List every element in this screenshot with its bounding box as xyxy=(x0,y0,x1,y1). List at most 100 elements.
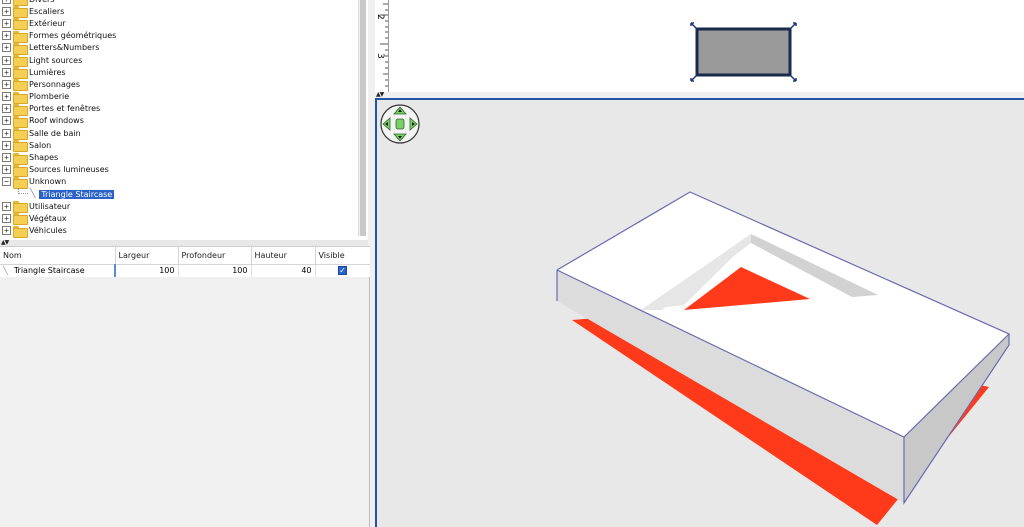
catalog-category-item[interactable]: + Lumières xyxy=(0,66,116,80)
folder-icon xyxy=(13,103,28,116)
3d-view[interactable] xyxy=(375,98,1024,527)
catalog-category-label: Extérieur xyxy=(29,18,66,28)
furniture-catalog-tree[interactable]: + Divers + Escaliers + Extérieur + Formes géomé… xyxy=(0,0,368,240)
catalog-category-item[interactable]: + Extérieur xyxy=(0,17,116,31)
plan-view[interactable]: 2 3 xyxy=(375,0,1024,92)
catalog-category-item[interactable]: + Salle de bain xyxy=(0,127,116,141)
catalog-category-item[interactable]: + Véhicules xyxy=(0,225,116,238)
furniture-width-cell[interactable]: 100 xyxy=(115,264,179,277)
column-header-depth[interactable]: Profondeur xyxy=(178,247,252,265)
catalog-category-item[interactable]: + Plomberie xyxy=(0,91,116,104)
catalog-category-label: Roof windows xyxy=(29,116,84,126)
visible-checkbox[interactable]: ✓ xyxy=(338,266,347,276)
catalog-category-label: Formes géométriques xyxy=(29,31,117,41)
column-header-height[interactable]: Hauteur xyxy=(251,247,316,265)
folder-icon xyxy=(13,176,28,189)
furniture-name-cell[interactable]: ╲ Triangle Staircase xyxy=(0,264,116,277)
folder-icon xyxy=(13,115,28,128)
expander-icon[interactable]: + xyxy=(2,140,11,150)
selected-piece-outline[interactable] xyxy=(695,27,792,77)
folder-icon xyxy=(13,201,28,214)
staircase-icon: ╲ xyxy=(3,266,8,276)
catalog-category-label: Unknown xyxy=(29,177,67,187)
folder-icon xyxy=(13,30,28,43)
furniture-height-cell[interactable]: 40 xyxy=(251,264,316,277)
expander-icon[interactable]: + xyxy=(2,92,11,102)
catalog-category-item[interactable]: + Shapes xyxy=(0,151,116,165)
column-header-name[interactable]: Nom xyxy=(0,247,116,265)
expander-icon[interactable]: + xyxy=(2,6,11,16)
app-window: + Divers + Escaliers + Extérieur + Formes géomé… xyxy=(0,0,1024,527)
folder-icon xyxy=(13,67,28,80)
catalog-item-label: Triangle Staircase xyxy=(39,189,115,199)
furniture-list: Nom Largeur Profondeur Hauteur Visible ╲… xyxy=(0,246,371,527)
expander-icon[interactable]: + xyxy=(2,116,11,126)
folder-icon xyxy=(13,164,28,177)
folder-icon xyxy=(13,152,28,165)
catalog-category-item[interactable]: + Personnages xyxy=(0,78,116,92)
catalog-scrollbar-thumb[interactable] xyxy=(360,0,366,236)
expander-icon[interactable]: + xyxy=(2,79,11,89)
expander-icon[interactable]: + xyxy=(2,104,11,114)
catalog-category-label: Portes et fenêtres xyxy=(29,104,101,114)
expander-icon[interactable]: + xyxy=(2,43,11,53)
staircase-icon: ╲ xyxy=(30,189,36,200)
catalog-category-label: Salle de bain xyxy=(29,128,81,138)
plan-canvas[interactable] xyxy=(375,0,1024,92)
catalog-category-item[interactable]: + Light sources xyxy=(0,54,116,68)
expander-icon[interactable]: + xyxy=(2,213,11,223)
expander-icon[interactable]: + xyxy=(2,128,11,138)
catalog-scrollbar[interactable] xyxy=(358,0,366,236)
furniture-table-header: Nom Largeur Profondeur Hauteur Visible xyxy=(0,247,371,265)
folder-icon xyxy=(13,140,28,153)
catalog-category-item[interactable]: + Végétaux xyxy=(0,212,116,226)
navigation-control[interactable] xyxy=(379,103,421,147)
expander-icon[interactable]: − xyxy=(2,177,11,187)
folder-icon xyxy=(13,6,28,19)
navigation-arrows-icon[interactable] xyxy=(379,103,421,145)
3d-canvas[interactable] xyxy=(377,100,1024,527)
catalog-category-label: Divers xyxy=(29,0,55,4)
expander-icon[interactable]: + xyxy=(2,153,11,163)
expander-icon[interactable]: + xyxy=(2,31,11,41)
catalog-category-item[interactable]: + Utilisateur xyxy=(0,200,116,214)
catalog-category-item[interactable]: + Salon xyxy=(0,139,116,153)
catalog-category-item[interactable]: + Formes géométriques xyxy=(0,30,117,43)
catalog-category-label: Sources lumineuses xyxy=(29,165,109,175)
table-row[interactable]: ╲ Triangle Staircase 100 100 40 ✓ xyxy=(0,264,371,277)
catalog-category-label: Light sources xyxy=(29,55,83,65)
catalog-category-label: Plomberie xyxy=(29,92,70,102)
folder-icon xyxy=(13,42,28,55)
catalog-category-label: Salon xyxy=(29,140,52,150)
catalog-category-label: Végétaux xyxy=(29,213,67,223)
column-header-visible[interactable]: Visible xyxy=(315,247,371,265)
catalog-category-item[interactable]: + Letters&Numbers xyxy=(0,42,116,55)
catalog-tree-list: + Divers + Escaliers + Extérieur + Formes géomé… xyxy=(0,0,117,238)
expander-icon[interactable]: + xyxy=(2,0,11,4)
catalog-category-item[interactable]: + Escaliers xyxy=(0,5,116,19)
catalog-category-label: Personnages xyxy=(29,79,81,89)
expander-icon[interactable]: + xyxy=(2,55,11,65)
furniture-visible-cell[interactable]: ✓ xyxy=(315,264,371,277)
expander-icon[interactable]: + xyxy=(2,18,11,28)
folder-icon xyxy=(13,91,28,104)
expander-icon[interactable]: + xyxy=(2,226,11,236)
expander-icon[interactable]: + xyxy=(2,165,11,175)
furniture-name: Triangle Staircase xyxy=(13,266,85,276)
catalog-item-selected[interactable]: ╲ Triangle Staircase xyxy=(0,188,116,200)
catalog-category-item[interactable]: + Sources lumineuses xyxy=(0,164,116,177)
furniture-depth-cell[interactable]: 100 xyxy=(178,264,252,277)
furniture-table: Nom Largeur Profondeur Hauteur Visible ╲… xyxy=(0,247,371,277)
tree-branch-line xyxy=(18,188,28,195)
catalog-category-item[interactable]: + Portes et fenêtres xyxy=(0,103,116,116)
catalog-category-label: Véhicules xyxy=(29,226,67,236)
column-header-width[interactable]: Largeur xyxy=(115,247,179,265)
catalog-category-item[interactable]: − Unknown xyxy=(0,176,116,189)
folder-icon xyxy=(13,0,28,7)
expander-icon[interactable]: + xyxy=(2,67,11,77)
expander-icon[interactable]: + xyxy=(2,201,11,211)
catalog-category-label: Escaliers xyxy=(29,6,65,16)
catalog-category-item[interactable]: + Roof windows xyxy=(0,115,116,128)
catalog-category-label: Shapes xyxy=(29,153,59,163)
folder-icon xyxy=(13,225,28,238)
